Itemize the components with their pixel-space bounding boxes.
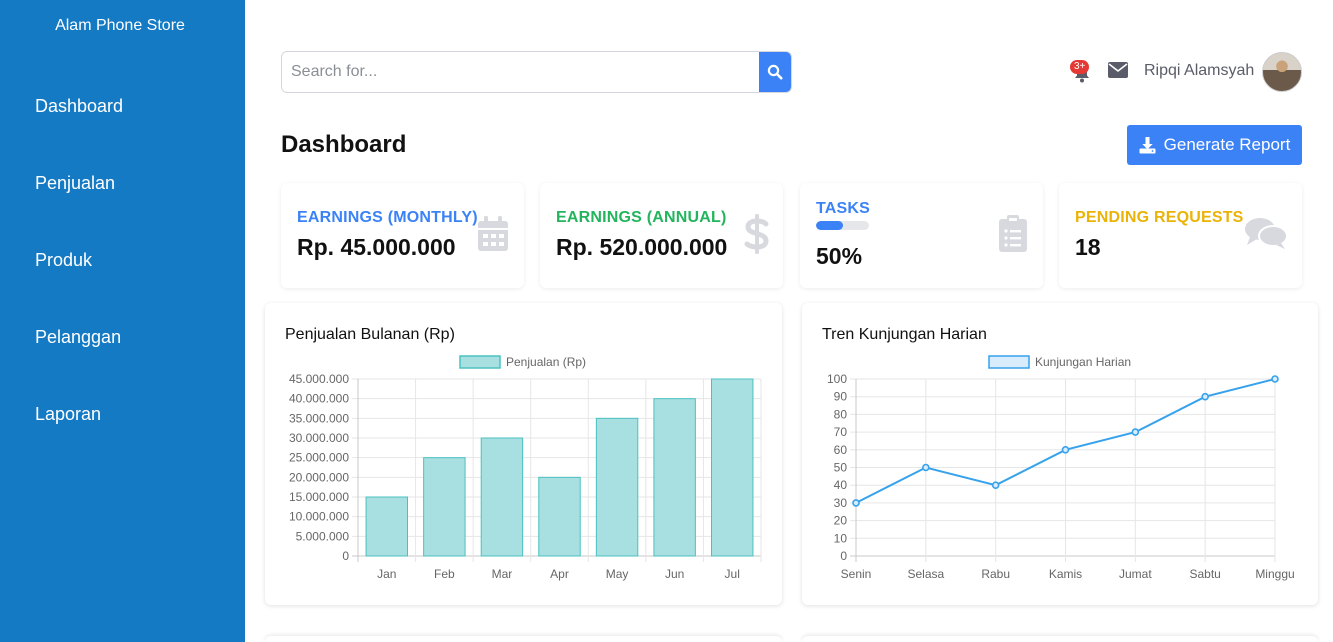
- y-tick-label: 90: [834, 390, 848, 404]
- y-tick-label: 35.000.000: [289, 411, 349, 425]
- x-tick-label: Minggu: [1255, 567, 1294, 581]
- card-value: 18: [1075, 234, 1101, 260]
- card-value: 50%: [816, 243, 863, 269]
- calendar-icon: [478, 216, 508, 251]
- sidebar-item-produk[interactable]: Produk: [35, 250, 92, 271]
- generate-report-label: Generate Report: [1163, 135, 1291, 154]
- legend-swatch: [459, 355, 501, 369]
- legend-label: Penjualan (Rp): [506, 355, 586, 369]
- search-bar: [281, 51, 792, 93]
- y-tick-label: 25.000.000: [289, 451, 349, 465]
- card-label: TASKS: [816, 200, 871, 217]
- y-tick-label: 5.000.000: [296, 529, 350, 543]
- y-tick-label: 10.000.000: [289, 510, 349, 524]
- y-tick-label: 40.000.000: [289, 392, 349, 406]
- x-tick-label: Sabtu: [1189, 567, 1220, 581]
- y-tick-label: 20: [834, 514, 848, 528]
- card-tasks: TASKS 50%: [800, 183, 1043, 288]
- bar: [365, 496, 409, 557]
- app: Alam Phone Store Dashboard Penjualan Pro…: [0, 0, 1333, 642]
- bar-chart: Penjualan (Rp) 45.000.000 40.000.000 35.000…: [289, 355, 762, 581]
- y-tick-label: 20.000.000: [289, 470, 349, 484]
- y-tick-label: 30: [834, 496, 848, 510]
- avatar[interactable]: [1262, 52, 1302, 92]
- y-tick-label: 15.000.000: [289, 490, 349, 504]
- card-value: Rp. 45.000.000: [297, 234, 456, 260]
- tasks-progress-fill: [816, 221, 843, 230]
- y-tick-label: 60: [834, 443, 848, 457]
- x-tick-label: Jun: [665, 567, 684, 581]
- data-point: [1131, 428, 1140, 436]
- brand-title[interactable]: Alam Phone Store: [0, 17, 240, 35]
- x-tick-label: Senin: [841, 567, 872, 581]
- download-icon: [1139, 136, 1156, 153]
- search-button[interactable]: [759, 52, 791, 92]
- bar: [423, 457, 466, 557]
- dollar-icon: [744, 214, 769, 254]
- generate-report-button[interactable]: Generate Report: [1127, 125, 1302, 165]
- bar: [710, 378, 754, 557]
- panel-edge: [802, 636, 1318, 642]
- x-tick-label: Kamis: [1049, 567, 1082, 581]
- page-title: Dashboard: [281, 131, 407, 158]
- legend-swatch: [988, 355, 1030, 369]
- y-tick-label: 70: [834, 425, 848, 439]
- data-point: [922, 463, 930, 472]
- x-tick-label: May: [606, 567, 629, 581]
- x-tick-label: Apr: [550, 567, 569, 581]
- y-tick-label: 50: [834, 461, 848, 475]
- line-chart: Kunjungan Harian1009080706050403020100Se…: [827, 355, 1295, 581]
- x-tick-label: Mar: [492, 567, 513, 581]
- bar: [653, 398, 696, 557]
- envelope-icon[interactable]: [1108, 62, 1128, 78]
- y-tick-label: 0: [342, 549, 349, 563]
- tasks-progress-bar: [816, 221, 869, 230]
- alerts-badge: 3+: [1070, 60, 1090, 74]
- x-tick-label: Jan: [377, 567, 396, 581]
- card-label: EARNINGS (MONTHLY): [297, 209, 478, 226]
- card-pending-requests: PENDING REQUESTS 18: [1059, 183, 1302, 288]
- data-point: [1061, 446, 1070, 454]
- sidebar-item-penjualan[interactable]: Penjualan: [35, 173, 115, 194]
- bar: [480, 437, 524, 557]
- panel-edge: [265, 636, 782, 642]
- chart-panel-sales: Penjualan Bulanan (Rp) Penjualan (Rp) 45.…: [265, 303, 782, 605]
- data-point: [991, 481, 1000, 489]
- x-tick-label: Rabu: [981, 567, 1010, 581]
- bar: [595, 417, 639, 557]
- y-tick-label: 10: [834, 531, 848, 545]
- comments-icon: [1245, 218, 1288, 249]
- sidebar-item-laporan[interactable]: Laporan: [35, 404, 101, 425]
- y-tick-label: 40: [834, 478, 848, 492]
- sidebar-item-pelanggan[interactable]: Pelanggan: [35, 327, 121, 348]
- card-earnings-annual: EARNINGS (ANNUAL) Rp. 520.000.000: [540, 183, 783, 288]
- x-tick-label: Selasa: [907, 567, 944, 581]
- x-tick-label: Jumat: [1119, 567, 1152, 581]
- bar: [538, 476, 581, 557]
- y-tick-label: 100: [827, 372, 847, 386]
- x-tick-label: Jul: [725, 567, 740, 581]
- card-value: Rp. 520.000.000: [556, 234, 728, 260]
- legend-label: Kunjungan Harian: [1035, 355, 1131, 369]
- data-point: [1201, 392, 1209, 401]
- data-point: [1271, 375, 1279, 383]
- clipboard-icon: [999, 215, 1027, 252]
- card-label: EARNINGS (ANNUAL): [556, 209, 727, 226]
- chart-panel-visits: Tren Kunjungan Harian Kunjungan Harian 10…: [802, 303, 1318, 605]
- y-tick-label: 80: [834, 407, 848, 421]
- sidebar: Alam Phone Store Dashboard Penjualan Pro…: [0, 0, 245, 642]
- x-tick-label: Feb: [434, 567, 455, 581]
- y-tick-label: 30.000.000: [289, 431, 349, 445]
- sidebar-item-dashboard[interactable]: Dashboard: [35, 96, 123, 117]
- card-label: PENDING REQUESTS: [1075, 209, 1244, 226]
- search-icon: [767, 64, 783, 80]
- data-point: [852, 499, 860, 507]
- user-name[interactable]: Ripqi Alamsyah: [1144, 62, 1254, 80]
- search-input[interactable]: [282, 52, 761, 92]
- y-tick-label: 0: [840, 549, 847, 563]
- y-tick-label: 45.000.000: [289, 372, 349, 386]
- card-earnings-monthly: EARNINGS (MONTHLY) Rp. 45.000.000: [281, 183, 524, 288]
